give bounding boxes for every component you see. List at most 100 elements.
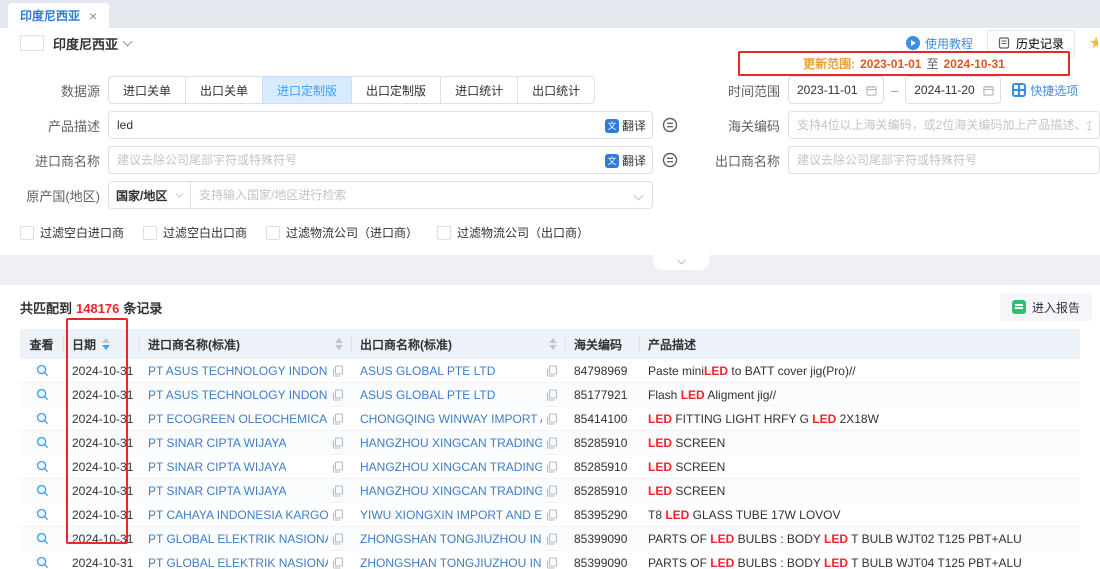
copy-icon[interactable] — [546, 413, 558, 425]
filter-checkbox[interactable]: 过滤物流公司（出口商） — [437, 224, 589, 241]
copy-icon[interactable] — [546, 533, 558, 545]
importer-link[interactable]: PT ASUS TECHNOLOGY INDONESIA BA... — [148, 388, 328, 402]
importer-link[interactable]: PT GLOBAL ELEKTRIK NASIONAL — [148, 532, 328, 546]
view-record-button[interactable] — [20, 460, 64, 473]
exporter-link[interactable]: CHONGQING WINWAY IMPORT AND E... — [360, 412, 542, 426]
table-body: 2024-10-31 PT ASUS TECHNOLOGY INDONESIA B… — [20, 359, 1080, 569]
hs-code-input[interactable] — [788, 111, 1100, 139]
filter-checkbox[interactable]: 过滤物流公司（进口商） — [266, 224, 418, 241]
collapse-form-button[interactable] — [653, 255, 709, 270]
view-record-button[interactable] — [20, 412, 64, 425]
copy-icon[interactable] — [332, 485, 344, 497]
exporter-input[interactable] — [788, 146, 1100, 174]
tab-bar: 印度尼西亚 × — [0, 0, 1100, 28]
datasource-option[interactable]: 出口关单 — [185, 76, 263, 104]
checkbox-label: 过滤物流公司（进口商） — [286, 224, 418, 241]
date-from-input[interactable]: 2023-11-01 — [788, 76, 884, 104]
copy-icon[interactable] — [546, 389, 558, 401]
exporter-link[interactable]: HANGZHOU XINGCAN TRADING CO LTD — [360, 460, 542, 474]
checkbox-icon[interactable] — [143, 226, 157, 240]
chevron-down-icon[interactable] — [123, 37, 133, 47]
copy-icon[interactable] — [546, 365, 558, 377]
importer-link[interactable]: PT ASUS TECHNOLOGY INDONESIA BA... — [148, 364, 328, 378]
enter-report-button[interactable]: 进入报告 — [1000, 293, 1092, 321]
sort-importer[interactable] — [335, 338, 343, 350]
datasource-label: 数据源 — [0, 81, 108, 100]
checkbox-icon[interactable] — [20, 226, 34, 240]
date-to-input[interactable]: 2024-11-20 — [905, 76, 1001, 104]
importer-link[interactable]: PT ECOGREEN OLEOCHEMICALS — [148, 412, 328, 426]
checkbox-icon[interactable] — [266, 226, 280, 240]
search-icon[interactable] — [36, 508, 49, 521]
origin-type-select[interactable]: 国家/地区 — [109, 182, 191, 208]
copy-icon[interactable] — [332, 509, 344, 521]
datasource-option[interactable]: 进口统计 — [440, 76, 518, 104]
view-record-button[interactable] — [20, 364, 64, 377]
datasource-option[interactable]: 出口定制版 — [351, 76, 441, 104]
importer-link[interactable]: PT SINAR CIPTA WIJAYA — [148, 484, 286, 498]
quick-options-link[interactable]: 快捷选项 — [1012, 82, 1078, 99]
view-record-button[interactable] — [20, 532, 64, 545]
exporter-link[interactable]: ZHONGSHAN TONGJIUZHOU INTERNA... — [360, 532, 542, 546]
importer-link[interactable]: PT CAHAYA INDONESIA KARGO — [148, 508, 328, 522]
close-icon[interactable]: × — [89, 9, 97, 23]
importer-link[interactable]: PT SINAR CIPTA WIJAYA — [148, 460, 286, 474]
exporter-link[interactable]: HANGZHOU XINGCAN TRADING CO LTD — [360, 436, 542, 450]
search-icon[interactable] — [36, 388, 49, 401]
tab-title: 印度尼西亚 — [20, 7, 80, 24]
view-record-button[interactable] — [20, 484, 64, 497]
copy-icon[interactable] — [332, 389, 344, 401]
search-icon[interactable] — [36, 460, 49, 473]
tab-indonesia[interactable]: 印度尼西亚 × — [8, 3, 109, 28]
search-icon[interactable] — [36, 436, 49, 449]
importer-link[interactable]: PT GLOBAL ELEKTRIK NASIONAL — [148, 556, 328, 569]
copy-icon[interactable] — [546, 437, 558, 449]
records-table: 查看 日期 进口商名称(标准) 出口商名称(标准) 海关编码 产品描述 2024… — [20, 329, 1080, 569]
sort-date[interactable] — [102, 338, 110, 350]
star-icon[interactable]: ★ — [1089, 33, 1098, 53]
copy-icon[interactable] — [546, 461, 558, 473]
chevron-down-icon[interactable] — [634, 191, 644, 201]
exporter-link[interactable]: ASUS GLOBAL PTE LTD — [360, 364, 495, 378]
exporter-link[interactable]: YIWU XIONGXIN IMPORT AND EXPORT... — [360, 508, 542, 522]
view-record-button[interactable] — [20, 556, 64, 569]
search-icon[interactable] — [36, 412, 49, 425]
search-icon[interactable] — [36, 364, 49, 377]
datasource-option[interactable]: 出口统计 — [517, 76, 595, 104]
copy-icon[interactable] — [332, 437, 344, 449]
filter-checkbox[interactable]: 过滤空白进口商 — [20, 224, 124, 241]
translate-button[interactable]: 文翻译 — [605, 117, 646, 134]
view-record-button[interactable] — [20, 508, 64, 521]
sort-exporter[interactable] — [549, 338, 557, 350]
search-icon[interactable] — [36, 556, 49, 569]
checkbox-icon[interactable] — [437, 226, 451, 240]
datasource-option[interactable]: 进口定制版 — [262, 76, 352, 104]
importer-link[interactable]: PT SINAR CIPTA WIJAYA — [148, 436, 286, 450]
origin-search-input[interactable] — [191, 182, 635, 208]
copy-icon[interactable] — [546, 557, 558, 569]
search-icon[interactable] — [36, 484, 49, 497]
view-record-button[interactable] — [20, 388, 64, 401]
importer-input[interactable] — [108, 146, 653, 174]
tutorial-link[interactable]: 使用教程 — [906, 35, 973, 52]
copy-icon[interactable] — [546, 485, 558, 497]
view-record-button[interactable] — [20, 436, 64, 449]
copy-icon[interactable] — [332, 533, 344, 545]
match-mode-icon[interactable] — [662, 117, 678, 133]
exporter-link[interactable]: HANGZHOU XINGCAN TRADING CO LTD — [360, 484, 542, 498]
exporter-link[interactable]: ASUS GLOBAL PTE LTD — [360, 388, 495, 402]
exporter-link[interactable]: ZHONGSHAN TONGJIUZHOU INTERNA... — [360, 556, 542, 569]
search-icon[interactable] — [36, 532, 49, 545]
copy-icon[interactable] — [332, 365, 344, 377]
datasource-option[interactable]: 进口关单 — [108, 76, 186, 104]
copy-icon[interactable] — [332, 461, 344, 473]
row-date: 2024-10-31 — [64, 508, 140, 522]
product-desc-input[interactable] — [108, 111, 653, 139]
copy-icon[interactable] — [332, 413, 344, 425]
filter-checkbox[interactable]: 过滤空白出口商 — [143, 224, 247, 241]
history-button[interactable]: 历史记录 — [987, 30, 1075, 57]
copy-icon[interactable] — [332, 557, 344, 569]
translate-button[interactable]: 文翻译 — [605, 152, 646, 169]
match-mode-icon[interactable] — [662, 152, 678, 168]
copy-icon[interactable] — [546, 509, 558, 521]
